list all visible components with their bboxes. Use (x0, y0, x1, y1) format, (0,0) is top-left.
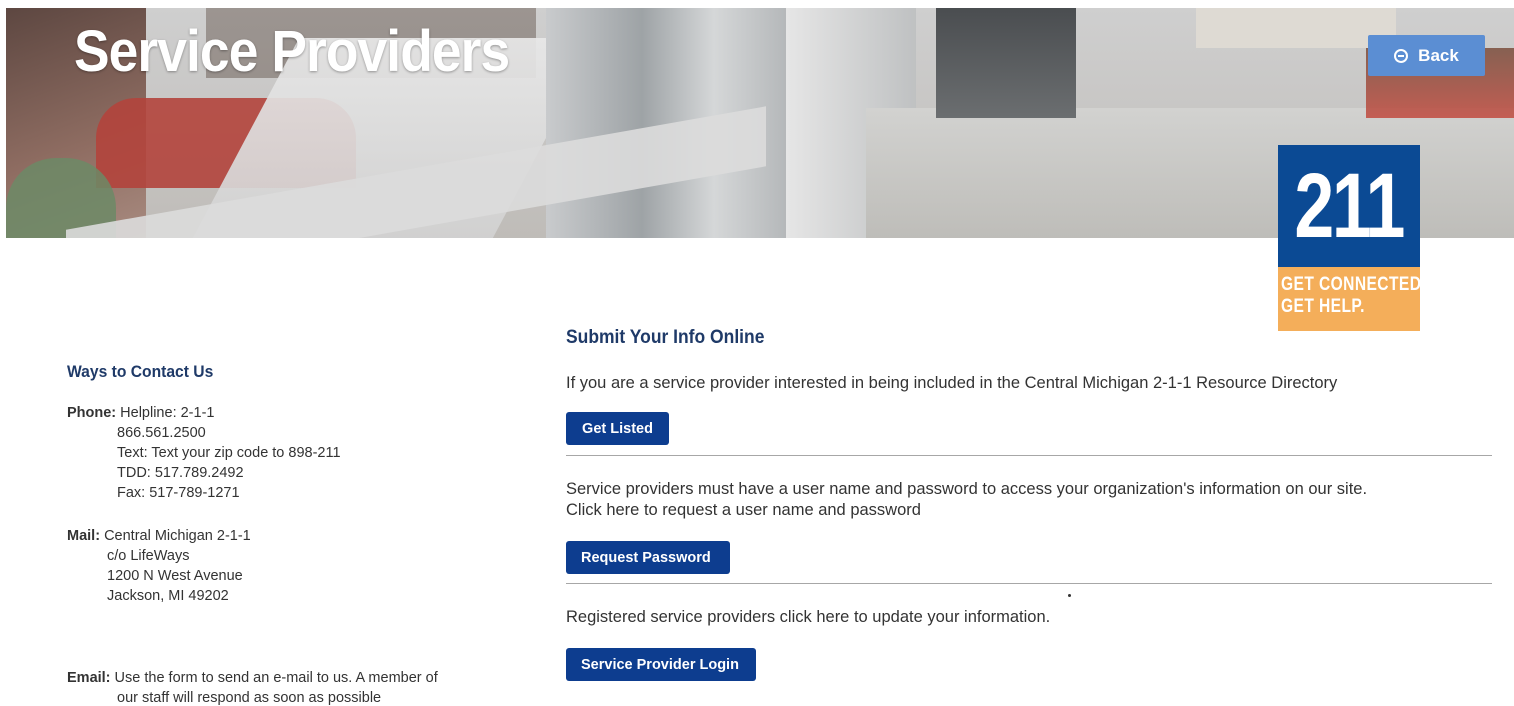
page-title: Service Providers (74, 19, 510, 84)
phone-label: Phone: (67, 405, 117, 421)
intro-text: If you are a service provider interested… (566, 374, 1338, 392)
email-label: Email: (67, 670, 111, 686)
divider (566, 455, 1492, 456)
mail-line: Central Michigan 2-1-1 (104, 528, 251, 544)
password-text-line: Click here to request a user name and pa… (566, 501, 921, 519)
password-text: Service providers must have a user name … (566, 479, 1367, 521)
phone-line: Text: Text your zip code to 898-211 (117, 445, 341, 461)
email-line: Use the form to send an e-mail to us. A … (114, 670, 438, 686)
mail-label: Mail: (67, 528, 101, 544)
logo-tagline-1: GET CONNECTED. (1281, 274, 1427, 295)
logo-211: 211 GET CONNECTED. GET HELP. (1278, 145, 1427, 331)
email-contact: Email: Use the form to send an e-mail to… (67, 668, 438, 706)
minus-circle-icon (1394, 48, 1409, 63)
service-provider-login-button[interactable]: Service Provider Login (566, 648, 756, 681)
logo-tagline-2: GET HELP. (1281, 296, 1365, 317)
hero-photo-wall (1196, 8, 1396, 48)
logo-number-block: 211 (1278, 145, 1420, 267)
mail-line: Jackson, MI 49202 (107, 588, 229, 604)
phone-contact: Phone: Helpline: 2-1-1 866.561.2500 Text… (67, 403, 341, 503)
back-button[interactable]: Back (1368, 35, 1485, 76)
email-line: our staff will respond as soon as possib… (117, 690, 382, 706)
divider (566, 583, 1492, 584)
login-text: Registered service providers click here … (566, 608, 1051, 626)
mail-contact: Mail: Central Michigan 2-1-1 c/o LifeWay… (67, 526, 251, 606)
hero-photo-monitor (936, 8, 1076, 118)
logo-tagline-block: GET CONNECTED. GET HELP. (1278, 267, 1427, 331)
phone-line: Fax: 517-789-1271 (117, 485, 240, 501)
phone-line: 866.561.2500 (117, 425, 206, 441)
phone-line: Helpline: 2-1-1 (120, 405, 215, 421)
logo-number: 211 (1294, 155, 1406, 257)
submit-heading: Submit Your Info Online (566, 327, 765, 348)
phone-line: TDD: 517.789.2492 (117, 465, 244, 481)
back-button-label: Back (1418, 45, 1459, 65)
request-password-button[interactable]: Request Password (566, 541, 730, 574)
contact-heading: Ways to Contact Us (67, 362, 214, 381)
mail-line: c/o LifeWays (107, 548, 190, 564)
mail-line: 1200 N West Avenue (107, 568, 243, 584)
get-listed-button[interactable]: Get Listed (566, 412, 669, 445)
stray-dot (1068, 594, 1071, 597)
password-text-line: Service providers must have a user name … (566, 480, 1368, 498)
